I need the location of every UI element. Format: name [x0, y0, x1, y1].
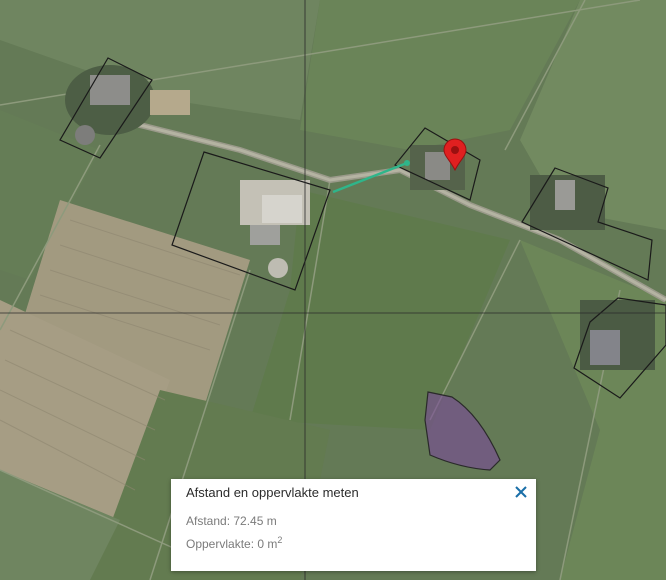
farmstead-southeast: [580, 300, 655, 370]
measurement-vertex[interactable]: [404, 160, 410, 166]
measure-panel-title: Afstand en oppervlakte meten: [186, 485, 359, 500]
area-exponent: 2: [277, 535, 283, 545]
area-value: 0 m: [257, 537, 278, 551]
distance-label: Afstand:: [186, 514, 231, 528]
distance-readout: Afstand: 72.45 m: [186, 514, 277, 528]
measure-panel: Afstand en oppervlakte meten Afstand: 72…: [171, 479, 536, 571]
area-readout: Oppervlakte: 0 m2: [186, 535, 282, 551]
close-icon[interactable]: [512, 483, 530, 501]
area-label: Oppervlakte:: [186, 537, 255, 551]
distance-value: 72.45 m: [233, 514, 277, 528]
